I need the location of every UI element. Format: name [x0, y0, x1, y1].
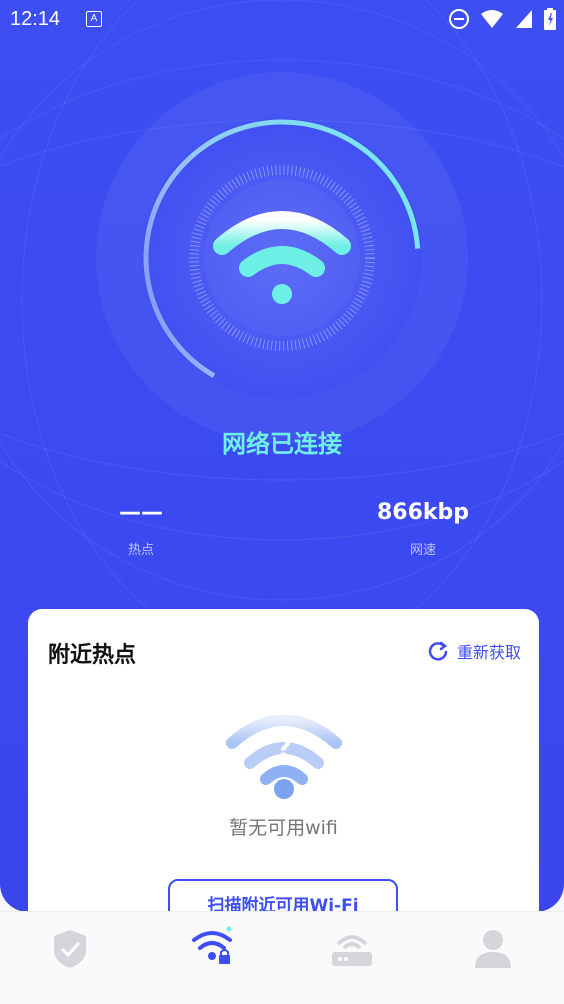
svg-text:?: ? [276, 734, 291, 764]
wifi-question-icon: ? [226, 715, 342, 799]
hotspot-stat: —— 热点 [41, 500, 241, 558]
router-icon [332, 935, 372, 966]
connection-dial [94, 70, 470, 446]
bottom-nav [0, 912, 564, 1004]
wifi-signal-icon [481, 10, 503, 28]
do-not-disturb-icon [449, 9, 469, 29]
nav-item-router[interactable] [322, 924, 382, 972]
refresh-icon [428, 641, 448, 661]
refresh-label: 重新获取 [456, 643, 521, 662]
cell-signal-icon [516, 10, 532, 28]
connection-status: 网络已连接 [222, 430, 342, 458]
speed-label: 网速 [409, 543, 436, 558]
dial-graphic [96, 72, 468, 444]
shield-check-icon [54, 930, 86, 968]
status-time: 12:14 [10, 8, 61, 30]
empty-state-text: 暂无可用wifi [229, 817, 338, 839]
hotspot-value: —— [119, 500, 163, 525]
card-title: 附近热点 [48, 643, 137, 668]
hotspot-label: 热点 [127, 543, 154, 558]
battery-icon [544, 8, 556, 30]
nav-item-wifi[interactable] [182, 924, 242, 972]
nav-item-profile[interactable] [463, 924, 523, 972]
wifi-lock-icon [192, 926, 232, 964]
speed-value: 866kbp [376, 500, 470, 525]
notification-a-icon: A [86, 11, 102, 27]
nearby-hotspots-card: 附近热点 重新获取 ? 暂无可用wifi 扫描附近可用Wi-Fi [28, 609, 539, 933]
status-bar: 12:14 A [0, 0, 564, 40]
refresh-button[interactable]: 重新获取 [427, 639, 521, 663]
user-icon [475, 930, 511, 968]
nav-item-security[interactable] [40, 924, 100, 972]
status-icons [448, 8, 556, 30]
speed-stat: 866kbp 网速 [323, 500, 523, 558]
